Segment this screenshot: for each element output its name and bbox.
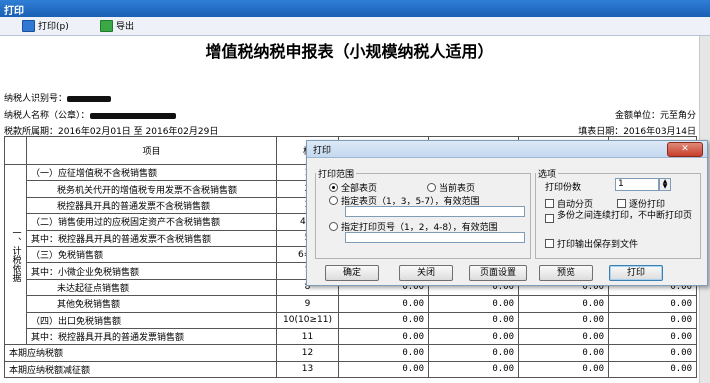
row-item: （四）出口免税销售额 bbox=[26, 311, 277, 329]
window-title: 打印 bbox=[4, 6, 24, 17]
cell-value: 0.00 bbox=[338, 295, 429, 313]
continuous-label: 多份之间连续打印，不中断打印页 bbox=[557, 211, 693, 221]
radio-icon bbox=[329, 196, 338, 205]
print-range-legend: 打印范围 bbox=[318, 170, 355, 180]
ok-button[interactable]: 确定 bbox=[325, 265, 379, 281]
options-legend: 选项 bbox=[538, 170, 557, 180]
amount-unit: 金额单位：元至角分 bbox=[614, 111, 696, 121]
redacted-value bbox=[67, 95, 112, 102]
radio-icon bbox=[427, 183, 436, 192]
radio-current-label: 当前表页 bbox=[439, 184, 476, 194]
radio-icon bbox=[329, 183, 338, 192]
print-button-label: 打印(p) bbox=[38, 22, 69, 32]
checkbox-icon bbox=[545, 214, 554, 223]
collate-checkbox[interactable]: 逐份打印 bbox=[617, 197, 665, 210]
print-button[interactable]: 打印(p) bbox=[22, 19, 69, 32]
cell-value: 0.00 bbox=[608, 295, 697, 313]
row-item: 税务机关代开的增值税专用发票不含税销售额 bbox=[26, 180, 277, 198]
dialog-title: 打印 bbox=[313, 146, 332, 156]
cell-value: 0.00 bbox=[338, 311, 429, 329]
row-item: 其他免税销售额 bbox=[26, 295, 277, 313]
table-row: 其他免税销售额 9 0.00 0.00 0.00 0.00 bbox=[5, 295, 697, 313]
dialog-titlebar: 打印 ✕ bbox=[307, 141, 707, 158]
cell-value: 0.00 bbox=[338, 344, 429, 362]
cell-value: 0.00 bbox=[428, 360, 519, 379]
row-item: （三）免税销售额 bbox=[26, 245, 277, 264]
table-row: 本期应纳税额 12 0.00 0.00 0.00 0.00 bbox=[4, 344, 697, 362]
radio-icon bbox=[329, 222, 338, 231]
row-line: 11 bbox=[276, 327, 339, 346]
dialog-print-button[interactable]: 打印 bbox=[609, 265, 663, 281]
cell-value: 0.00 bbox=[338, 360, 429, 379]
page-numbers-input[interactable] bbox=[345, 232, 525, 243]
cell-value: 0.00 bbox=[428, 344, 519, 362]
taxpayer-name-label: 纳税人名称（公章）： bbox=[4, 111, 90, 121]
copies-input[interactable]: 1 bbox=[615, 178, 659, 191]
collate-label: 逐份打印 bbox=[629, 200, 666, 210]
cell-value: 0.00 bbox=[518, 360, 609, 379]
row-item: 本期应纳税额减征额 bbox=[4, 360, 277, 379]
specify-pages-input[interactable] bbox=[345, 206, 525, 217]
checkbox-icon bbox=[617, 199, 626, 208]
checkbox-icon bbox=[545, 239, 554, 248]
toolbar: 打印(p) 导出 bbox=[0, 17, 710, 36]
table-row: 其中：税控器具开具的普通发票销售额 11 0.00 0.00 0.00 0.00 bbox=[5, 327, 697, 346]
copies-stepper[interactable]: ▲ ▼ bbox=[659, 178, 671, 191]
export-button-label: 导出 bbox=[116, 22, 135, 32]
page-setup-button[interactable]: 页面设置 bbox=[469, 265, 527, 281]
row-line: 13 bbox=[276, 360, 339, 379]
window-titlebar: 打印 bbox=[0, 0, 710, 17]
redacted-value bbox=[89, 112, 176, 119]
header-item: 项目 bbox=[26, 136, 277, 165]
cell-value: 0.00 bbox=[518, 311, 609, 329]
radio-all-pages[interactable]: 全部表页 bbox=[329, 181, 377, 194]
row-item: 本期应纳税额 bbox=[4, 344, 277, 362]
row-item: （二）销售使用过的应税固定资产不含税销售额 bbox=[26, 213, 277, 231]
close-icon[interactable]: ✕ bbox=[667, 142, 703, 157]
copies-label: 打印份数 bbox=[545, 183, 582, 193]
cell-value: 0.00 bbox=[608, 327, 697, 346]
side-cell bbox=[4, 136, 27, 165]
radio-all-label: 全部表页 bbox=[341, 184, 378, 194]
cell-value: 0.00 bbox=[608, 360, 697, 379]
auto-page-label: 自动分页 bbox=[557, 200, 594, 210]
cell-value: 0.00 bbox=[428, 311, 519, 329]
checkbox-icon bbox=[545, 199, 554, 208]
row-item: 税控器具开具的普通发票不含税销售额 bbox=[26, 196, 277, 215]
cell-value: 0.00 bbox=[428, 327, 519, 346]
row-line: 10(10≥11) bbox=[276, 311, 339, 329]
cell-value: 0.00 bbox=[518, 344, 609, 362]
export-icon bbox=[100, 19, 113, 32]
table-row: （四）出口免税销售额 10(10≥11) 0.00 0.00 0.00 0.00 bbox=[5, 311, 697, 329]
printer-icon bbox=[22, 19, 35, 32]
cell-value: 0.00 bbox=[338, 327, 429, 346]
report-title: 增值税纳税申报表（小规模纳税人适用） bbox=[205, 42, 494, 61]
cell-value: 0.00 bbox=[518, 295, 609, 313]
taxpayer-name: 纳税人名称（公章）： bbox=[4, 108, 176, 121]
taxpayer-id: 纳税人识别号： bbox=[4, 91, 112, 104]
row-item: （一）应征增值税不含税销售额 bbox=[26, 163, 277, 182]
row-item: 其中：税控器具开具的普通发票销售额 bbox=[26, 327, 277, 346]
save-to-file-checkbox[interactable]: 打印输出保存到文件 bbox=[545, 237, 638, 250]
print-dialog: 打印 ✕ 打印范围 全部表页 当前表页 指定表页（1，3，5-7），有效范围 指… bbox=[306, 140, 708, 286]
table-row: 本期应纳税额减征额 13 0.00 0.00 0.00 0.00 bbox=[4, 360, 697, 379]
auto-page-checkbox[interactable]: 自动分页 bbox=[545, 197, 593, 210]
continuous-checkbox[interactable]: 多份之间连续打印，不中断打印页 bbox=[545, 212, 695, 223]
side-label: 一、计税依据 bbox=[4, 163, 27, 346]
export-button[interactable]: 导出 bbox=[100, 19, 134, 32]
cell-value: 0.00 bbox=[608, 311, 697, 329]
row-line: 9 bbox=[276, 295, 339, 313]
row-item: 其中：小微企业免税销售额 bbox=[26, 262, 277, 280]
cell-value: 0.00 bbox=[428, 295, 519, 313]
close-button[interactable]: 关闭 bbox=[399, 265, 453, 281]
radio-current-page[interactable]: 当前表页 bbox=[427, 181, 475, 194]
taxpayer-id-label: 纳税人识别号： bbox=[4, 94, 68, 104]
row-item: 未达起征点销售额 bbox=[26, 278, 277, 297]
preview-button[interactable]: 预览 bbox=[539, 265, 593, 281]
row-line: 12 bbox=[276, 344, 339, 362]
save-to-file-label: 打印输出保存到文件 bbox=[557, 240, 639, 250]
row-item: 其中：税控器具开具的普通发票不含税销售额 bbox=[26, 229, 277, 247]
cell-value: 0.00 bbox=[608, 344, 697, 362]
cell-value: 0.00 bbox=[518, 327, 609, 346]
